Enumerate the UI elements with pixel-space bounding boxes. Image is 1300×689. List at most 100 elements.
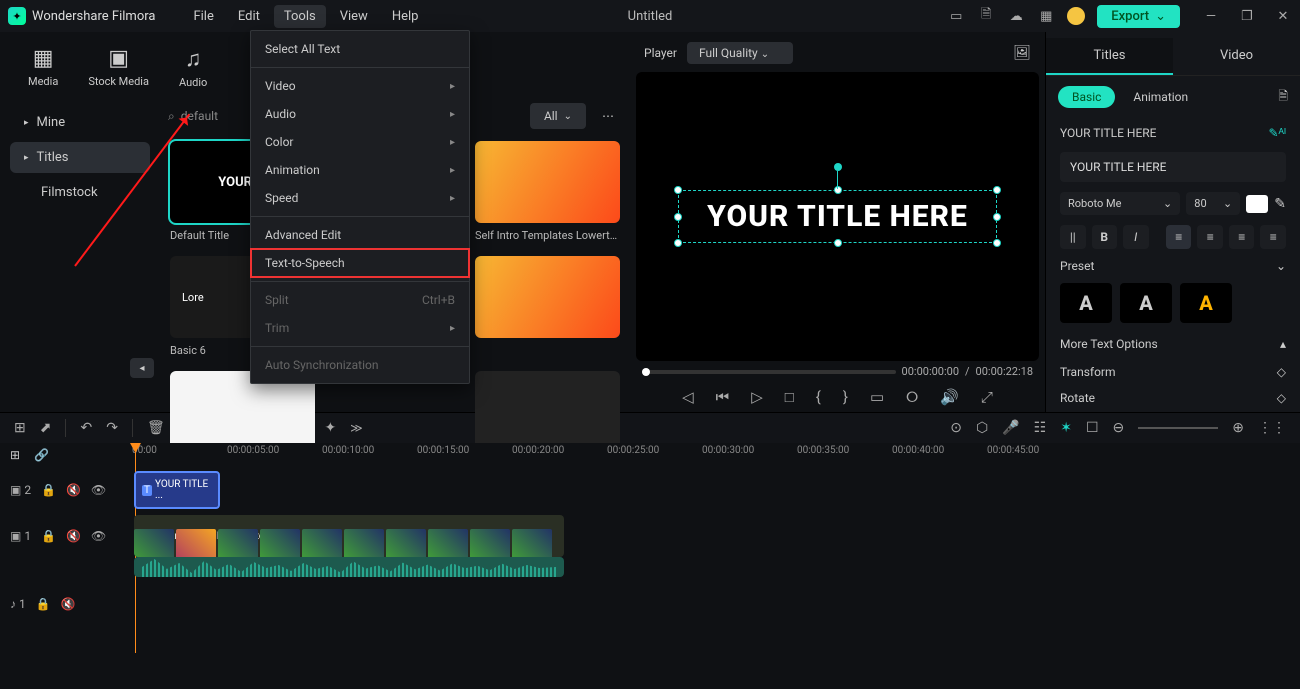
preset-thumb[interactable]: A — [1060, 283, 1112, 323]
ai-icon[interactable]: ✎ᴬᴵ — [1269, 126, 1287, 140]
inspector-tab-titles[interactable]: Titles — [1046, 38, 1173, 75]
asset-item[interactable] — [475, 256, 620, 357]
chevron-down-icon[interactable]: ⌄ — [1276, 259, 1286, 273]
dd-text-to-speech[interactable]: Text-to-Speech — [251, 249, 469, 277]
lock-icon[interactable]: 🔒 — [41, 529, 56, 543]
zoom-slider[interactable] — [1138, 427, 1218, 429]
keyframe-icon[interactable]: ◇ — [1277, 365, 1286, 379]
filter-all[interactable]: All⌄ — [530, 103, 586, 129]
mute-icon[interactable]: 🔇 — [61, 597, 76, 611]
grid-icon[interactable]: ⋮⋮ — [1258, 420, 1286, 436]
cc-icon[interactable]: ☐ — [1086, 420, 1099, 436]
asset-item[interactable] — [475, 371, 620, 453]
maximize-icon[interactable]: ❐ — [1238, 7, 1256, 25]
layout-icon[interactable]: ⊞ — [14, 420, 26, 436]
timeline-ruler[interactable]: 00:00 00:00:05:00 00:00:10:00 00:00:15:0… — [132, 443, 1300, 467]
text-color[interactable] — [1246, 195, 1268, 213]
undo-icon[interactable]: ↶ — [80, 420, 92, 436]
resize-handle[interactable] — [674, 213, 682, 221]
font-select[interactable]: Roboto Me⌄ — [1060, 192, 1180, 215]
menu-tools[interactable]: Tools — [274, 5, 326, 28]
redo-icon[interactable]: ↷ — [106, 420, 118, 436]
tab-media[interactable]: ▦Media — [20, 42, 66, 93]
sidebar-item-titles[interactable]: ▸Titles — [10, 142, 150, 173]
apps-icon[interactable]: ▦ — [1037, 7, 1055, 25]
menu-view[interactable]: View — [330, 5, 378, 28]
align-center-button[interactable]: ≡ — [1197, 225, 1223, 249]
dd-color[interactable]: Color▸ — [251, 128, 469, 156]
resize-handle[interactable] — [674, 239, 682, 247]
select-tool-icon[interactable]: ⬈ — [40, 420, 52, 436]
more-text-options[interactable]: More Text Options — [1060, 337, 1158, 351]
mixer-icon[interactable]: ☷ — [1034, 420, 1047, 436]
chevron-up-icon[interactable]: ▴ — [1280, 337, 1286, 351]
subtab-basic[interactable]: Basic — [1058, 86, 1115, 108]
snapshot-icon[interactable]: 🖼 — [1013, 45, 1031, 61]
menu-file[interactable]: File — [183, 5, 223, 28]
preview-seek-slider[interactable] — [642, 370, 896, 374]
account-avatar[interactable] — [1067, 7, 1085, 25]
prev-icon[interactable]: ◁ — [682, 388, 694, 406]
rotate-handle[interactable] — [834, 163, 842, 171]
mute-icon[interactable]: 🔇 — [66, 483, 81, 497]
tab-audio[interactable]: ♫Audio — [171, 42, 215, 93]
menu-help[interactable]: Help — [382, 5, 429, 28]
zoom-in-icon[interactable]: ⊕ — [1232, 420, 1244, 436]
menu-edit[interactable]: Edit — [228, 5, 270, 28]
transform-section[interactable]: Transform — [1060, 365, 1116, 379]
more-icon[interactable]: ⋯ — [594, 103, 622, 129]
save-icon[interactable]: 🗎 — [977, 7, 995, 25]
quality-select[interactable]: Full Quality ⌄ — [687, 42, 793, 64]
align-justify-button[interactable]: ≡ — [1260, 225, 1286, 249]
visibility-icon[interactable]: 👁 — [91, 529, 106, 543]
asset-self-intro[interactable]: Self Intro Templates Lowerth... — [475, 141, 620, 242]
save-preset-icon[interactable]: 🗎 — [1278, 87, 1288, 108]
volume-icon[interactable]: 🔊 — [940, 388, 959, 406]
bold-button[interactable]: B — [1092, 225, 1118, 249]
collapse-sidebar-button[interactable]: ◂ — [130, 358, 154, 378]
spacing-icon[interactable]: || — [1060, 225, 1086, 249]
lock-icon[interactable]: 🔒 — [36, 597, 51, 611]
sidebar-item-mine[interactable]: ▸Mine — [10, 107, 150, 138]
resize-handle[interactable] — [993, 213, 1001, 221]
visibility-icon[interactable]: 👁 — [91, 483, 106, 497]
shield-icon[interactable]: ⬡ — [976, 420, 988, 436]
resize-handle[interactable] — [834, 239, 842, 247]
cloud-icon[interactable]: ☁ — [1007, 7, 1025, 25]
preview-canvas[interactable]: YOUR TITLE HERE — [636, 72, 1039, 361]
zoom-out-icon[interactable]: ⊖ — [1113, 420, 1125, 436]
italic-button[interactable]: I — [1123, 225, 1149, 249]
camera-icon[interactable]: ⭘ — [906, 388, 918, 406]
dd-select-all-text[interactable]: Select All Text — [251, 35, 469, 63]
resize-handle[interactable] — [993, 239, 1001, 247]
fullscreen-icon[interactable]: ⤢ — [981, 388, 993, 406]
preset-thumb[interactable]: A — [1120, 283, 1172, 323]
export-button[interactable]: Export⌄ — [1097, 5, 1180, 28]
preset-thumb[interactable]: A — [1180, 283, 1232, 323]
audio-clip[interactable] — [134, 557, 564, 577]
target-icon[interactable]: ⊙ — [950, 420, 962, 436]
marker-icon[interactable]: ✶ — [1060, 420, 1072, 436]
keyframe-icon[interactable]: ◇ — [1277, 391, 1286, 405]
video-clip[interactable]: ▶Retro Intro Filmora Tutorial — [134, 515, 564, 557]
dd-speed[interactable]: Speed▸ — [251, 184, 469, 212]
resize-handle[interactable] — [674, 186, 682, 194]
title-text-input[interactable]: YOUR TITLE HERE — [1060, 152, 1286, 182]
title-clip[interactable]: TYOUR TITLE ... — [134, 471, 220, 509]
mic-icon[interactable]: 🎤 — [1002, 420, 1019, 436]
align-right-button[interactable]: ≡ — [1229, 225, 1255, 249]
mark-out-icon[interactable]: } — [843, 388, 848, 406]
dd-video[interactable]: Video▸ — [251, 72, 469, 100]
link-icon[interactable]: 🔗 — [34, 448, 49, 462]
align-left-button[interactable]: ≡ — [1166, 225, 1192, 249]
resize-handle[interactable] — [834, 186, 842, 194]
add-track-icon[interactable]: ⊞ — [10, 448, 20, 462]
font-size-select[interactable]: 80⌄ — [1186, 192, 1240, 215]
inspector-tab-video[interactable]: Video — [1173, 38, 1300, 75]
mark-in-icon[interactable]: { — [816, 388, 821, 406]
close-icon[interactable]: ✕ — [1274, 7, 1292, 25]
dd-audio[interactable]: Audio▸ — [251, 100, 469, 128]
resize-handle[interactable] — [993, 186, 1001, 194]
stop-icon[interactable]: □ — [785, 388, 794, 406]
minimize-icon[interactable]: — — [1202, 7, 1220, 25]
